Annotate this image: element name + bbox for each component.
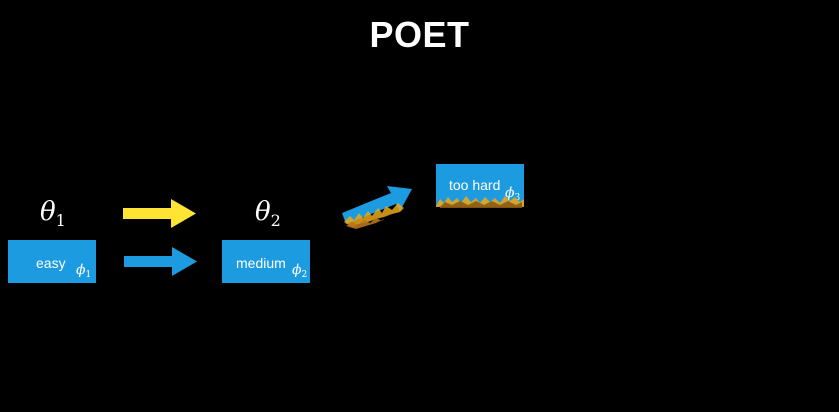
too-hard-fire-effect: [436, 196, 524, 208]
environment-mutation-arrow: [124, 247, 197, 276]
burning-arrow-to-too-hard: [342, 186, 412, 229]
agent-transfer-arrow: [123, 199, 196, 228]
arrows-layer: [123, 186, 524, 276]
